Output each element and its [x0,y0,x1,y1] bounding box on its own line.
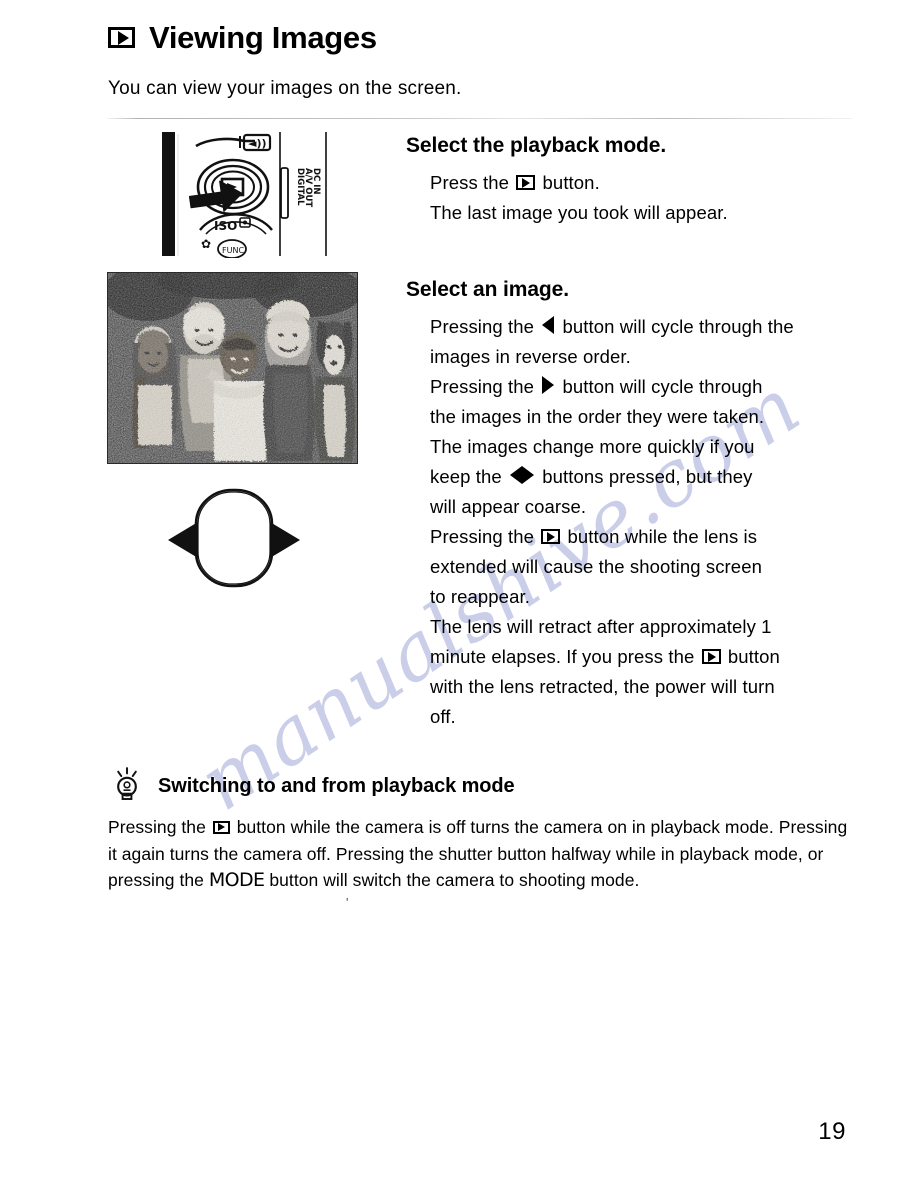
body-line: Pressing the button while the lens is [430,526,758,547]
left-right-arrows-icon [510,462,535,492]
body-line: The lens will retract after approximatel… [430,616,772,637]
camera-back-illustration: ◄)) ISO ✿ FUNC DC IN A/V OUT DIGITAL [152,130,330,259]
label-digital: DIGITAL [295,168,305,206]
step-1-heading: Select the playback mode. [406,134,667,157]
body-line: to reappear. [430,586,530,607]
body-line: extended will cause the shooting screen [430,556,762,577]
intro-text: You can view your images on the screen. [108,78,462,99]
body-line: images in reverse order. [430,346,631,367]
page-number: 19 [818,1118,846,1145]
step-2-body: Pressing the button will cycle through t… [430,312,794,732]
body-line: Press the button. [430,172,600,193]
tip-heading-text: Switching to and from playback mode [158,775,515,797]
body-line: The last image you took will appear. [430,202,728,223]
left-arrow-icon [168,522,198,558]
tip-body: Pressing the button while the camera is … [108,817,848,891]
control-pad-diagram [158,482,310,594]
body-line: the images in the order they were taken. [430,406,765,427]
mode-button-label: MODE [208,869,265,891]
body-line: Pressing the button will cycle through [430,376,763,397]
body-line: keep the buttons pressed, but they [430,462,794,492]
playback-button-icon [212,820,230,834]
right-arrow-icon [542,376,555,394]
body-line: with the lens retracted, the power will … [430,676,775,697]
tip-heading: Switching to and from playback mode [112,766,515,807]
page-title: Viewing Images [108,22,377,53]
manual-page: Viewing Images You can view your images … [0,0,918,1188]
iso-label: ISO [214,219,237,233]
page-title-text: Viewing Images [149,20,377,55]
body-line: minute elapses. If you press the button [430,646,780,667]
body-line: The images change more quickly if you [430,436,755,457]
playback-button-icon [541,529,561,544]
step-2-heading: Select an image. [406,278,569,301]
stray-mark: ' [346,895,349,910]
sample-photo [107,272,358,464]
body-line: Pressing the button will cycle through t… [430,316,794,337]
left-arrow-icon [542,316,555,334]
body-line: will appear coarse. [430,496,587,517]
playback-button-icon [108,27,135,48]
playback-button-icon [701,649,721,664]
lightbulb-icon [112,766,142,807]
divider [108,118,852,119]
svg-text:FUNC: FUNC [222,246,244,255]
step-1-body: Press the button. The last image you took… [430,168,728,228]
body-line: off. [430,706,456,727]
svg-text:✿: ✿ [201,237,211,251]
right-arrow-icon [270,522,300,558]
svg-text:◄)): ◄)) [248,137,267,150]
playback-button-icon [516,175,536,190]
